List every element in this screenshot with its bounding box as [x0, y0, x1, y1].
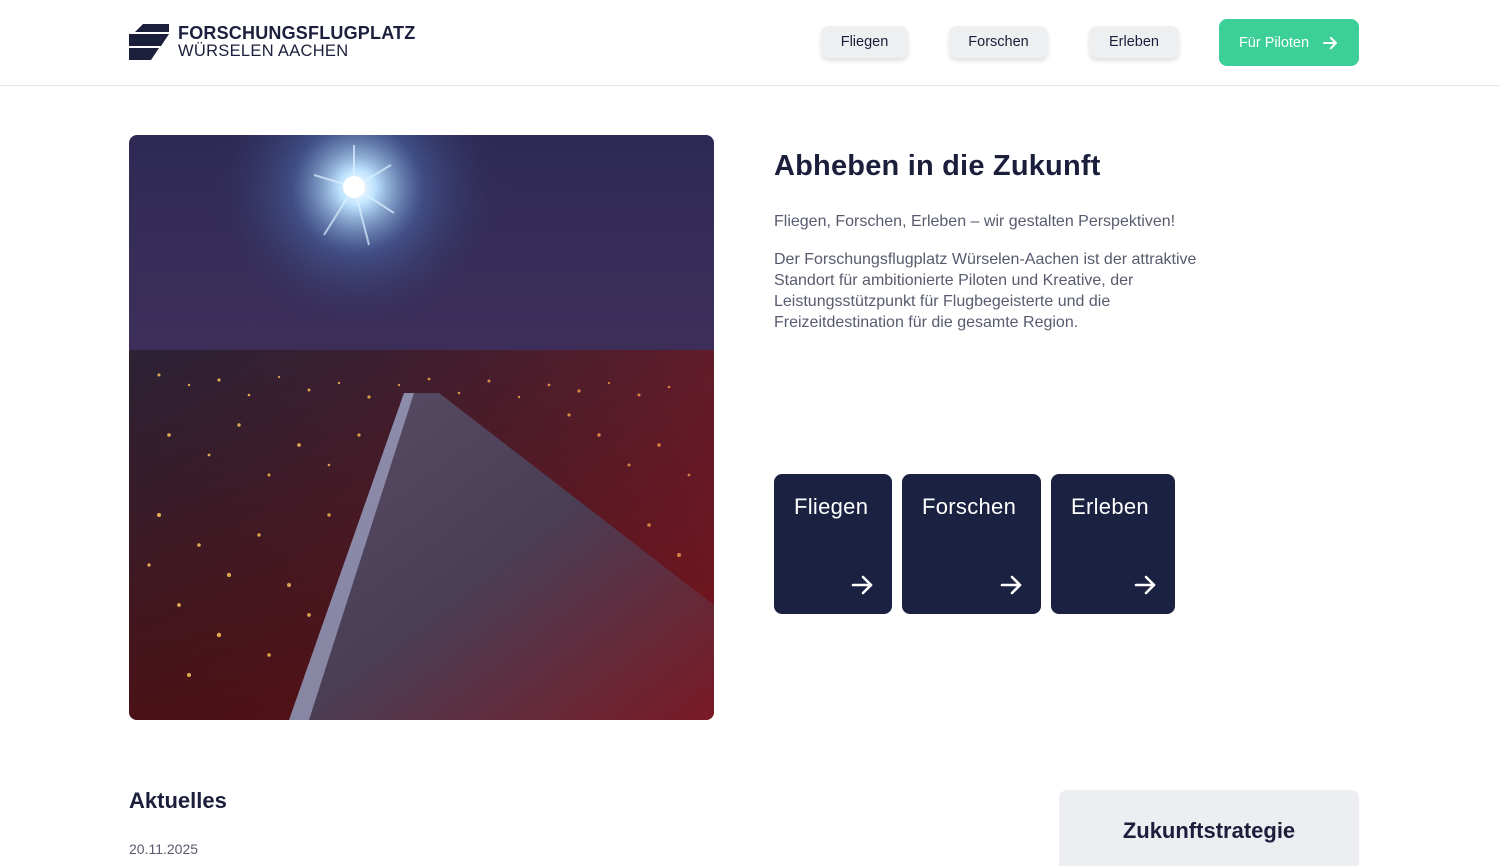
- nav-erleben-button[interactable]: Erleben: [1089, 26, 1179, 58]
- hero-title: Abheben in die Zukunft: [774, 150, 1101, 182]
- tile-erleben-label: Erleben: [1071, 494, 1149, 519]
- strategy-card[interactable]: Zukunftstrategie: [1059, 790, 1359, 866]
- nav-fliegen-button[interactable]: Fliegen: [821, 26, 908, 58]
- hero-description: Der Forschungsflugplatz Würselen-Aachen …: [774, 251, 1197, 331]
- logo-mark-icon: [129, 24, 169, 60]
- tile-erleben[interactable]: Erleben: [1051, 474, 1175, 614]
- arrow-right-icon: [1134, 575, 1156, 595]
- site-logo[interactable]: FORSCHUNGSFLUGPLATZ WÜRSELEN AACHEN: [129, 24, 415, 60]
- logo-line1: FORSCHUNGSFLUGPLATZ: [178, 23, 416, 44]
- news-section-title: Aktuelles: [129, 788, 227, 813]
- strategy-card-title: Zukunftstrategie: [1122, 818, 1296, 843]
- nav-forschen-button[interactable]: Forschen: [949, 26, 1048, 58]
- fuer-piloten-button[interactable]: Für Piloten: [1219, 19, 1359, 66]
- site-header: FORSCHUNGSFLUGPLATZ WÜRSELEN AACHEN Flie…: [0, 0, 1500, 86]
- hero-image-night-flight: [129, 135, 714, 720]
- news-date: 20.11.2025: [129, 841, 199, 857]
- tile-forschen[interactable]: Forschen: [902, 474, 1041, 614]
- hero-subtitle: Fliegen, Forschen, Erleben – wir gestalt…: [774, 213, 1176, 230]
- logo-line2: WÜRSELEN AACHEN: [178, 42, 349, 61]
- tile-fliegen[interactable]: Fliegen: [774, 474, 892, 614]
- fuer-piloten-label: Für Piloten: [1238, 34, 1310, 51]
- arrow-right-icon: [1323, 36, 1338, 49]
- arrow-right-icon: [851, 575, 873, 595]
- arrow-right-icon: [1000, 575, 1022, 595]
- tile-forschen-label: Forschen: [922, 494, 1017, 519]
- logo-text: FORSCHUNGSFLUGPLATZ WÜRSELEN AACHEN: [178, 24, 415, 60]
- tile-fliegen-label: Fliegen: [794, 494, 869, 519]
